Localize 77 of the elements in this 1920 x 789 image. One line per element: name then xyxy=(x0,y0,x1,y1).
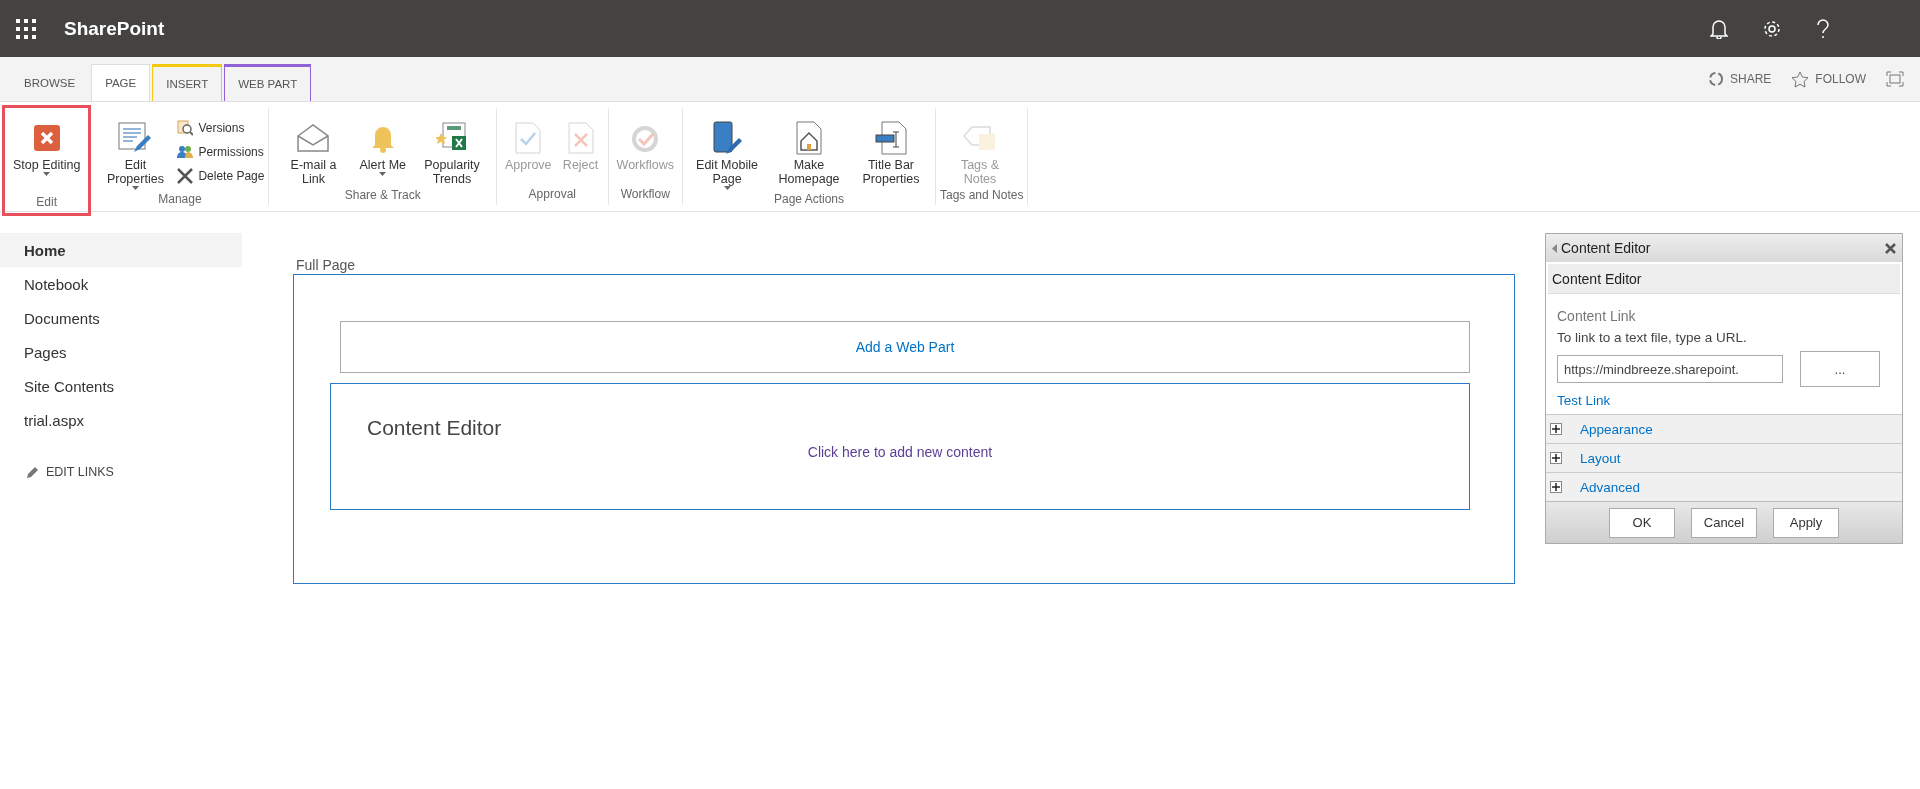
star-icon xyxy=(1791,70,1810,88)
collapsible-section[interactable]: Appearance xyxy=(1546,414,1902,443)
ribbon-button[interactable]: Edit Mobile Page xyxy=(687,116,767,192)
section-header: Content Editor xyxy=(1548,264,1900,294)
section-label: Layout xyxy=(1580,450,1621,466)
ribbon-group-label: Share & Track xyxy=(343,188,422,204)
people-icon xyxy=(177,144,194,160)
nav-link[interactable]: trial.aspx xyxy=(0,403,242,437)
add-content-link[interactable]: Click here to add new content xyxy=(807,444,993,460)
ribbon-group-label: Approval xyxy=(527,187,577,203)
cycle-check-icon xyxy=(630,123,661,153)
ribbon-button[interactable]: Versions xyxy=(177,116,265,140)
browse-button[interactable]: ... xyxy=(1800,351,1880,387)
ribbon-tab[interactable]: WEB PART xyxy=(224,64,312,101)
nav-link[interactable]: Pages xyxy=(0,335,242,369)
field-label: Content Link xyxy=(1557,308,1637,324)
test-link[interactable]: Test Link xyxy=(1557,393,1886,408)
ribbon-group-label: Edit xyxy=(35,195,59,211)
ribbon-group-label: Workflow xyxy=(619,187,671,203)
caret-icon xyxy=(43,172,51,176)
document-text-cursor-icon xyxy=(875,121,907,155)
url-input-field[interactable]: https://mindbreeze.sharepoint. xyxy=(1557,355,1783,383)
ribbon-button[interactable]: Make Homepage xyxy=(769,116,849,188)
dialog-button[interactable]: Apply xyxy=(1773,507,1839,538)
ribbon-group-label: Manage xyxy=(157,192,203,208)
zone-title: Full Page xyxy=(296,256,357,274)
nav-link[interactable]: Site Contents xyxy=(0,369,242,403)
pencil-icon xyxy=(27,466,39,478)
follow-button[interactable]: FOLLOW xyxy=(1791,70,1866,88)
caret-icon xyxy=(723,186,731,190)
section-label: Advanced xyxy=(1580,479,1641,495)
ribbon-tab[interactable]: INSERT xyxy=(152,64,223,101)
settings-icon[interactable] xyxy=(1762,18,1782,39)
site-title[interactable]: SharePoint xyxy=(64,17,165,40)
ribbon-button[interactable]: Popularity Trends xyxy=(412,116,492,188)
dialog-button[interactable]: Cancel xyxy=(1691,507,1757,538)
tool-pane-title: Content Editor xyxy=(1561,240,1651,256)
web-part-title: Content Editor xyxy=(367,416,503,440)
caret-icon xyxy=(379,172,387,176)
ribbon-button[interactable]: Delete Page xyxy=(177,164,265,188)
caret-icon xyxy=(131,186,139,190)
mobile-pencil-icon xyxy=(712,121,742,155)
share-icon xyxy=(1708,71,1724,87)
envelope-icon xyxy=(297,124,330,152)
help-icon[interactable] xyxy=(1816,18,1830,39)
tag-note-icon xyxy=(963,124,997,152)
ribbon-group-label: Page Actions xyxy=(772,192,846,208)
dialog-button[interactable]: OK xyxy=(1609,507,1675,538)
nav-link[interactable]: Documents xyxy=(0,301,242,335)
add-web-part-button[interactable]: Add a Web Part xyxy=(340,321,1470,373)
nav-link[interactable]: Notebook xyxy=(0,267,242,301)
delete-icon xyxy=(177,168,194,184)
collapse-icon[interactable] xyxy=(1552,243,1557,253)
document-check-icon xyxy=(515,122,542,154)
ribbon-tab[interactable]: PAGE xyxy=(91,64,151,101)
ribbon-button[interactable]: Permissions xyxy=(177,140,265,164)
ribbon-button[interactable]: Edit Properties xyxy=(95,116,176,192)
app-launcher-icon[interactable] xyxy=(16,18,36,39)
bell-icon[interactable] xyxy=(1710,18,1728,39)
versions-icon xyxy=(177,120,194,136)
close-icon xyxy=(33,125,60,151)
field-hint: To link to a text file, type a URL. xyxy=(1557,330,1748,345)
ribbon-button[interactable]: Stop Editing xyxy=(9,116,85,178)
ribbon-button[interactable]: Alert Me xyxy=(355,116,410,178)
edit-links-link[interactable]: EDIT LINKS xyxy=(0,465,242,479)
document-cross-icon xyxy=(567,122,594,154)
nav-link[interactable]: Home xyxy=(0,233,242,267)
share-button[interactable]: SHARE xyxy=(1708,71,1772,87)
collapsible-section[interactable]: Layout xyxy=(1546,443,1902,472)
collapsible-section[interactable]: Advanced xyxy=(1546,472,1902,501)
section-label: Appearance xyxy=(1580,421,1653,437)
document-house-icon xyxy=(796,121,822,155)
ribbon-button[interactable]: E-mail a Link xyxy=(273,116,354,188)
ribbon-button[interactable]: Title Bar Properties xyxy=(851,116,931,188)
document-pencil-icon xyxy=(118,122,153,154)
fullscreen-icon[interactable] xyxy=(1886,71,1904,87)
ribbon-group-label: Tags and Notes xyxy=(940,188,1024,204)
